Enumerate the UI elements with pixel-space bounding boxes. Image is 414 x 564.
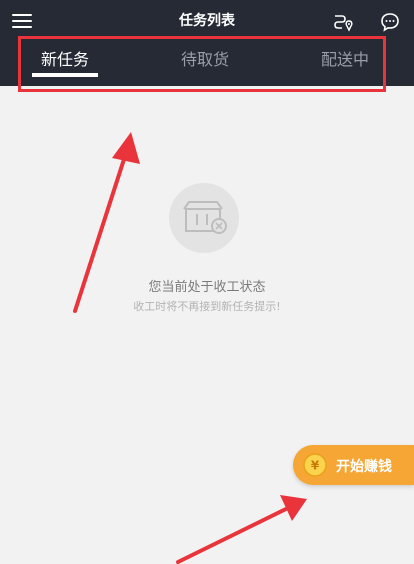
coin-icon: ¥ <box>303 453 327 477</box>
empty-state-sub-message: 收工时将不再接到新任务提示! <box>133 300 281 313</box>
route-icon[interactable] <box>333 12 355 32</box>
chat-icon[interactable] <box>380 12 400 32</box>
annotation-highlight-box <box>18 36 386 92</box>
start-earning-button[interactable]: ¥ 开始赚钱 <box>293 445 414 485</box>
start-earning-label: 开始赚钱 <box>336 459 392 475</box>
closed-box-icon <box>169 183 239 253</box>
svg-text:¥: ¥ <box>311 459 320 473</box>
annotation-arrow-right <box>176 495 307 564</box>
empty-state-message: 您当前处于收工状态 <box>148 280 266 295</box>
